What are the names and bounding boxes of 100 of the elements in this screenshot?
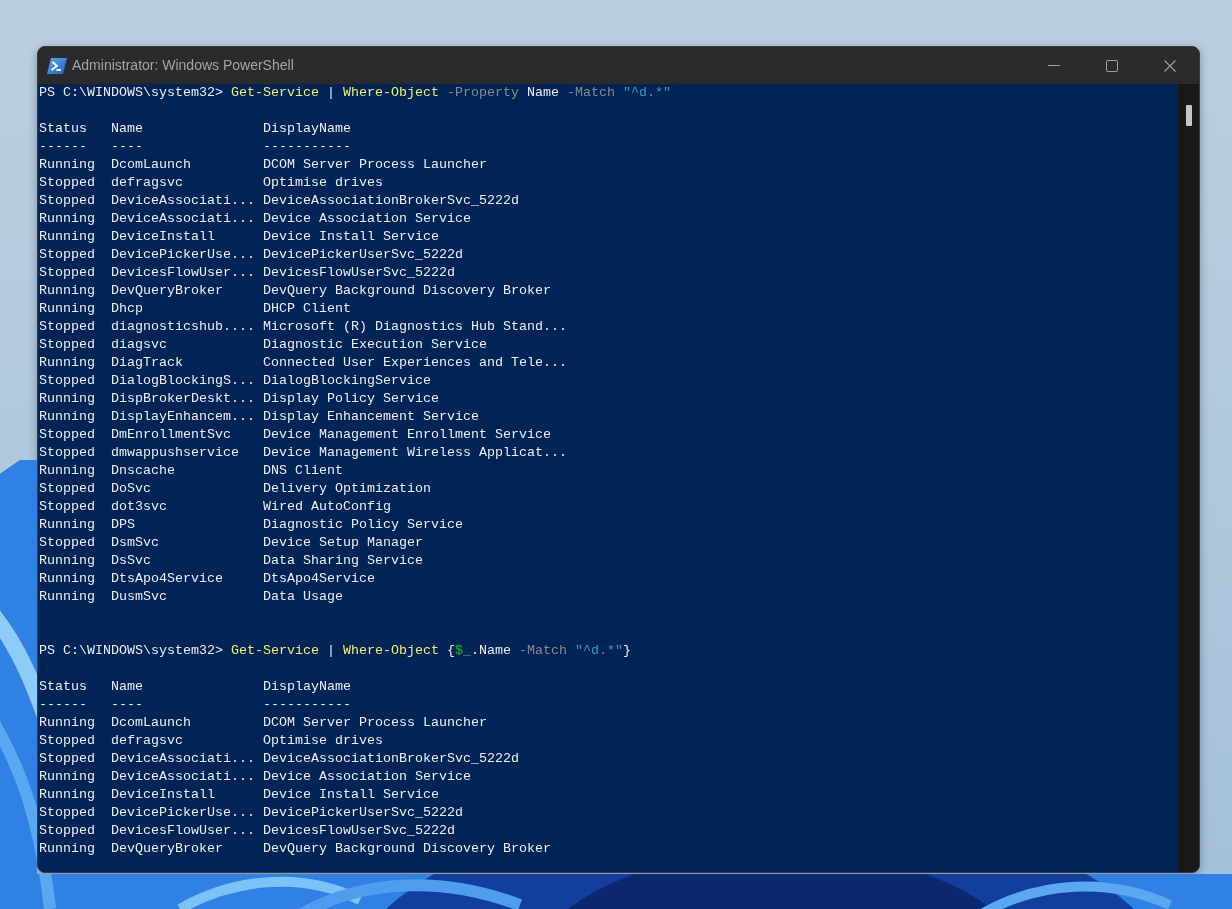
status-text: Stopped	[39, 318, 95, 336]
status-text: Stopped	[39, 804, 95, 822]
service-name-text: dot3svc	[111, 498, 167, 516]
command-text: Get-Service | Where-Object -Property Name -Match "^d.*"	[230, 84, 671, 102]
column-header: Name	[111, 678, 143, 696]
service-name-text: DevicePickerUse...	[111, 246, 255, 264]
display-name-text: Diagnostic Policy Service	[263, 516, 463, 534]
display-name-text: Device Install Service	[263, 228, 439, 246]
service-name-text: dmwappushservice	[111, 444, 239, 462]
service-name-text: DispBrokerDeskt...	[111, 390, 255, 408]
service-name-text: DeviceAssociati...	[111, 768, 255, 786]
display-name-text: Display Enhancement Service	[263, 408, 479, 426]
display-name-text: Device Setup Manager	[263, 534, 423, 552]
display-name-text: Optimise drives	[263, 732, 383, 750]
service-name-text: defragsvc	[111, 732, 183, 750]
display-name-text: Wired AutoConfig	[263, 498, 391, 516]
display-name-text: Device Management Wireless Applicat...	[263, 444, 567, 462]
close-icon	[1164, 59, 1176, 72]
column-header: Status	[39, 678, 87, 696]
service-name-text: DsSvc	[111, 552, 151, 570]
status-text: Running	[39, 516, 95, 534]
scrollbar-track[interactable]	[1178, 84, 1199, 872]
header-underline: -----------	[263, 138, 351, 156]
display-name-text: Data Sharing Service	[263, 552, 423, 570]
prompt-text: PS C:\WINDOWS\system32>	[39, 642, 223, 660]
status-text: Running	[39, 390, 95, 408]
display-name-text: Optimise drives	[263, 174, 383, 192]
display-name-text: Connected User Experiences and Tele...	[263, 354, 567, 372]
display-name-text: DHCP Client	[263, 300, 351, 318]
display-name-text: Device Association Service	[263, 210, 471, 228]
status-text: Stopped	[39, 480, 95, 498]
service-name-text: Dhcp	[111, 300, 143, 318]
service-name-text: DisplayEnhancem...	[111, 408, 255, 426]
status-text: Running	[39, 156, 95, 174]
display-name-text: DeviceAssociationBrokerSvc_5222d	[263, 192, 519, 210]
status-text: Stopped	[39, 732, 95, 750]
status-text: Stopped	[39, 750, 95, 768]
status-text: Running	[39, 786, 95, 804]
header-underline: ------	[39, 696, 87, 714]
status-text: Running	[39, 228, 95, 246]
status-text: Stopped	[39, 372, 95, 390]
display-name-text: DeviceAssociationBrokerSvc_5222d	[263, 750, 519, 768]
display-name-text: DevicesFlowUserSvc_5222d	[263, 264, 455, 282]
display-name-text: Diagnostic Execution Service	[263, 336, 487, 354]
display-name-text: DtsApo4Service	[263, 570, 375, 588]
status-text: Stopped	[39, 822, 95, 840]
scrollbar-thumb[interactable]	[1185, 105, 1192, 126]
service-name-text: defragsvc	[111, 174, 183, 192]
status-text: Stopped	[39, 264, 95, 282]
status-text: Running	[39, 840, 95, 858]
status-text: Running	[39, 408, 95, 426]
status-text: Stopped	[39, 534, 95, 552]
display-name-text: Device Management Enrollment Service	[263, 426, 551, 444]
minimize-icon	[1048, 65, 1060, 66]
service-name-text: DevQueryBroker	[111, 840, 223, 858]
service-name-text: DeviceInstall	[111, 786, 215, 804]
terminal-icon	[47, 57, 67, 74]
prompt-text: PS C:\WINDOWS\system32>	[39, 84, 223, 102]
column-header: Name	[111, 120, 143, 138]
service-name-text: DiagTrack	[111, 354, 183, 372]
window-title: Administrator: Windows PowerShell	[72, 56, 294, 75]
service-name-text: Dnscache	[111, 462, 175, 480]
service-name-text: DcomLaunch	[111, 714, 191, 732]
column-header: Status	[39, 120, 87, 138]
header-underline: ------	[39, 138, 87, 156]
status-text: Stopped	[39, 444, 95, 462]
service-name-text: DeviceAssociati...	[111, 750, 255, 768]
column-header: DisplayName	[263, 120, 351, 138]
column-header: DisplayName	[263, 678, 351, 696]
display-name-text: DevicesFlowUserSvc_5222d	[263, 822, 455, 840]
status-text: Stopped	[39, 498, 95, 516]
service-name-text: DeviceAssociati...	[111, 210, 255, 228]
command-text: Get-Service | Where-Object {$_.Name -Match "^d.*"}	[230, 642, 631, 660]
status-text: Running	[39, 462, 95, 480]
service-name-text: DevicePickerUse...	[111, 804, 255, 822]
display-name-text: Data Usage	[263, 588, 343, 606]
display-name-text: DevicePickerUserSvc_5222d	[263, 804, 463, 822]
service-name-text: DialogBlockingS...	[111, 372, 255, 390]
status-text: Stopped	[39, 174, 95, 192]
service-name-text: DPS	[111, 516, 135, 534]
service-name-text: diagnosticshub....	[111, 318, 255, 336]
service-name-text: DeviceAssociati...	[111, 192, 255, 210]
service-name-text: DusmSvc	[111, 588, 167, 606]
status-text: Running	[39, 714, 95, 732]
display-name-text: DevQuery Background Discovery Broker	[263, 840, 551, 858]
service-name-text: DeviceInstall	[111, 228, 215, 246]
display-name-text: Device Association Service	[263, 768, 471, 786]
display-name-text: DevQuery Background Discovery Broker	[263, 282, 551, 300]
display-name-text: DCOM Server Process Launcher	[263, 714, 487, 732]
header-underline: ----	[111, 138, 143, 156]
status-text: Running	[39, 552, 95, 570]
service-name-text: DtsApo4Service	[111, 570, 223, 588]
display-name-text: Device Install Service	[263, 786, 439, 804]
status-text: Running	[39, 300, 95, 318]
status-text: Running	[39, 768, 95, 786]
service-name-text: DmEnrollmentSvc	[111, 426, 231, 444]
maximize-icon	[1106, 59, 1118, 72]
service-name-text: DevicesFlowUser...	[111, 264, 255, 282]
status-text: Stopped	[39, 192, 95, 210]
service-name-text: DevicesFlowUser...	[111, 822, 255, 840]
